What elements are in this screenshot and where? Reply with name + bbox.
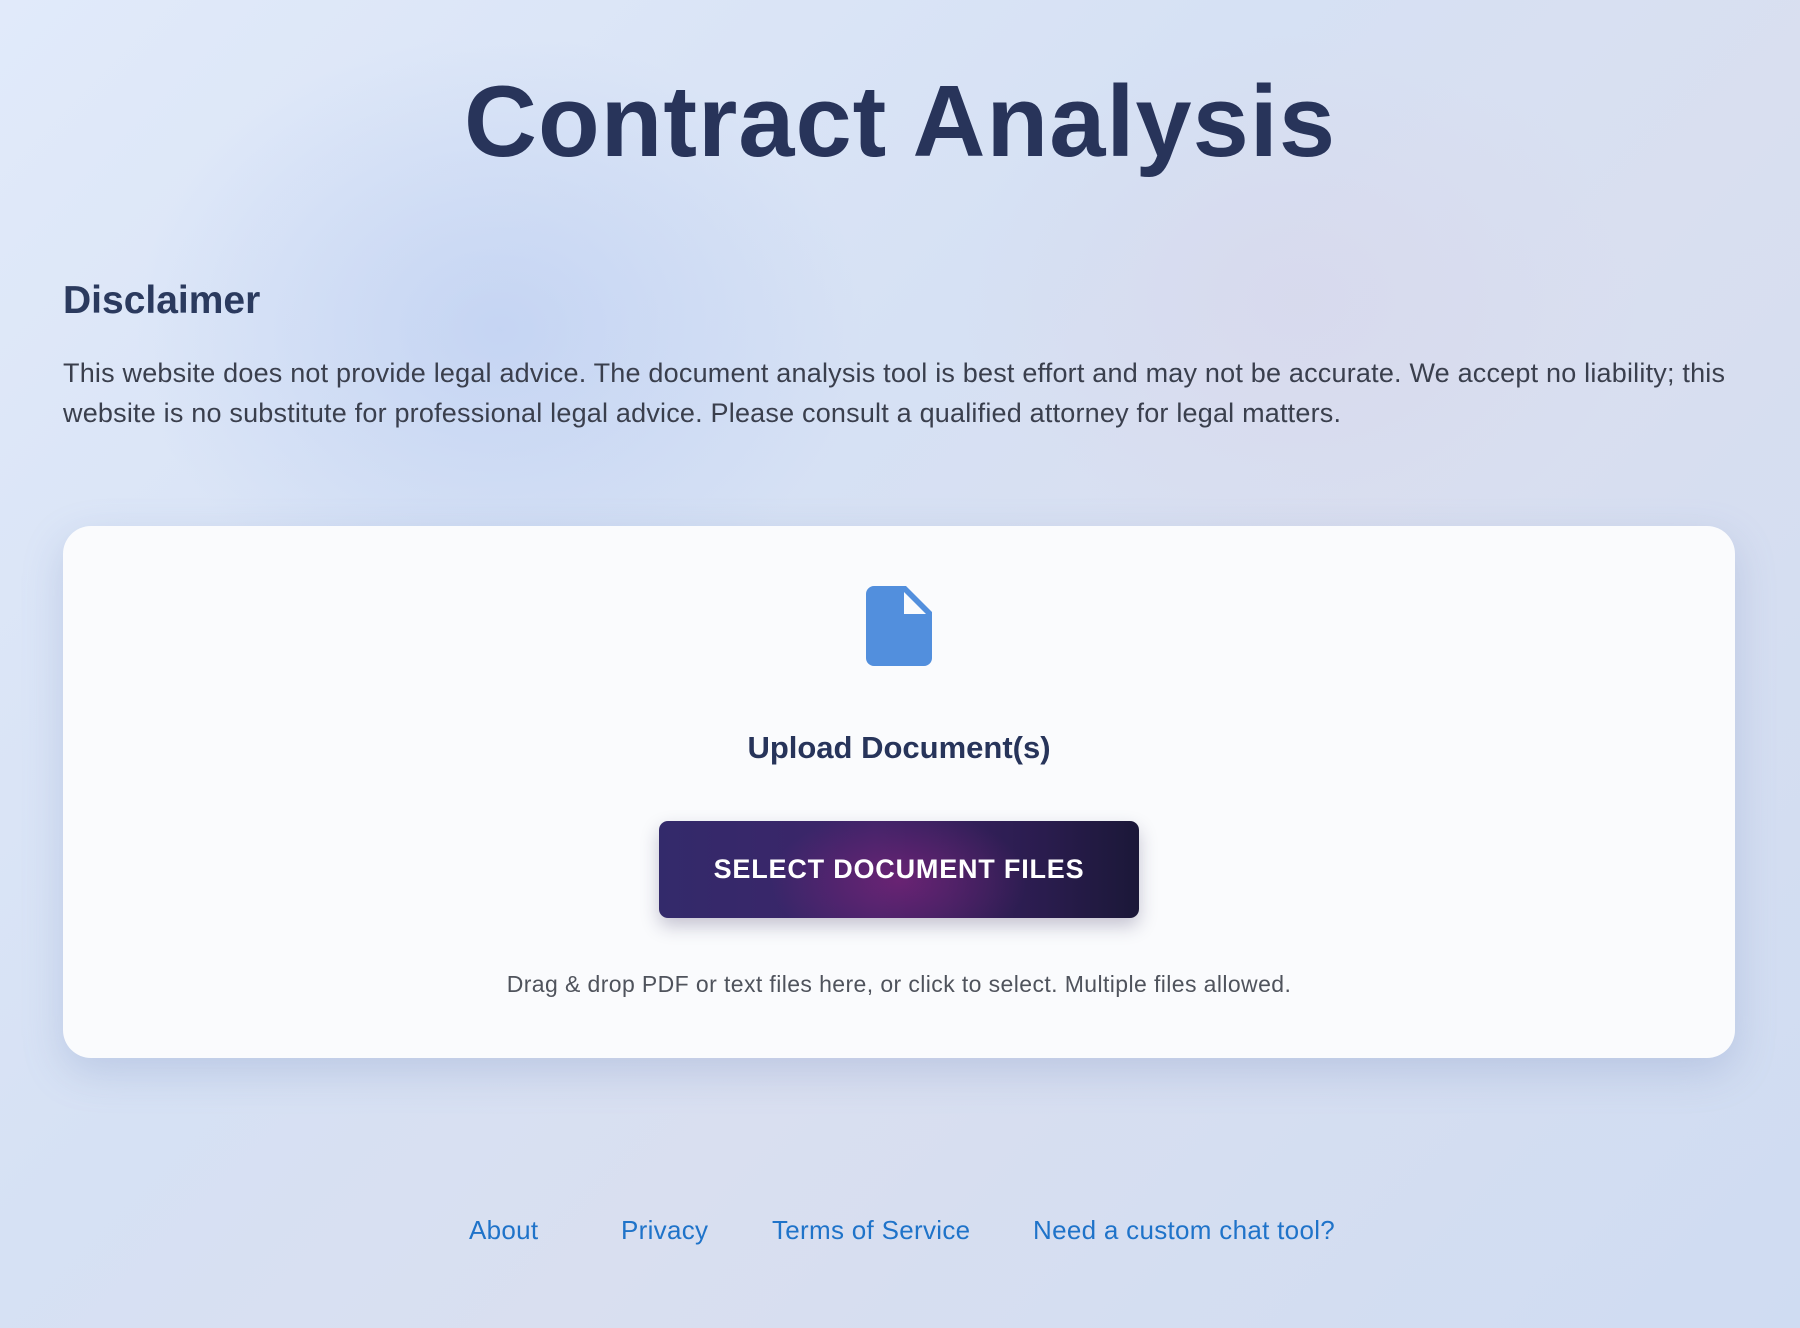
- footer-nav: About Privacy Terms of Service Need a cu…: [0, 1215, 1800, 1255]
- upload-title: Upload Document(s): [747, 730, 1051, 765]
- footer-link-custom-chat-tool[interactable]: Need a custom chat tool?: [1033, 1215, 1335, 1246]
- footer-link-privacy[interactable]: Privacy: [621, 1215, 708, 1246]
- upload-dropzone[interactable]: Upload Document(s) SELECT DOCUMENT FILES…: [63, 526, 1735, 1058]
- disclaimer-section: Disclaimer This website does not provide…: [63, 278, 1743, 433]
- page-title: Contract Analysis: [464, 66, 1336, 178]
- document-icon: [866, 586, 932, 666]
- footer-link-about[interactable]: About: [469, 1215, 538, 1246]
- disclaimer-text: This website does not provide legal advi…: [63, 357, 1726, 428]
- select-document-files-button[interactable]: SELECT DOCUMENT FILES: [659, 821, 1139, 918]
- disclaimer-title: Disclaimer: [63, 279, 261, 322]
- footer-link-terms-of-service[interactable]: Terms of Service: [772, 1215, 970, 1246]
- upload-hint: Drag & drop PDF or text files here, or c…: [506, 971, 1292, 997]
